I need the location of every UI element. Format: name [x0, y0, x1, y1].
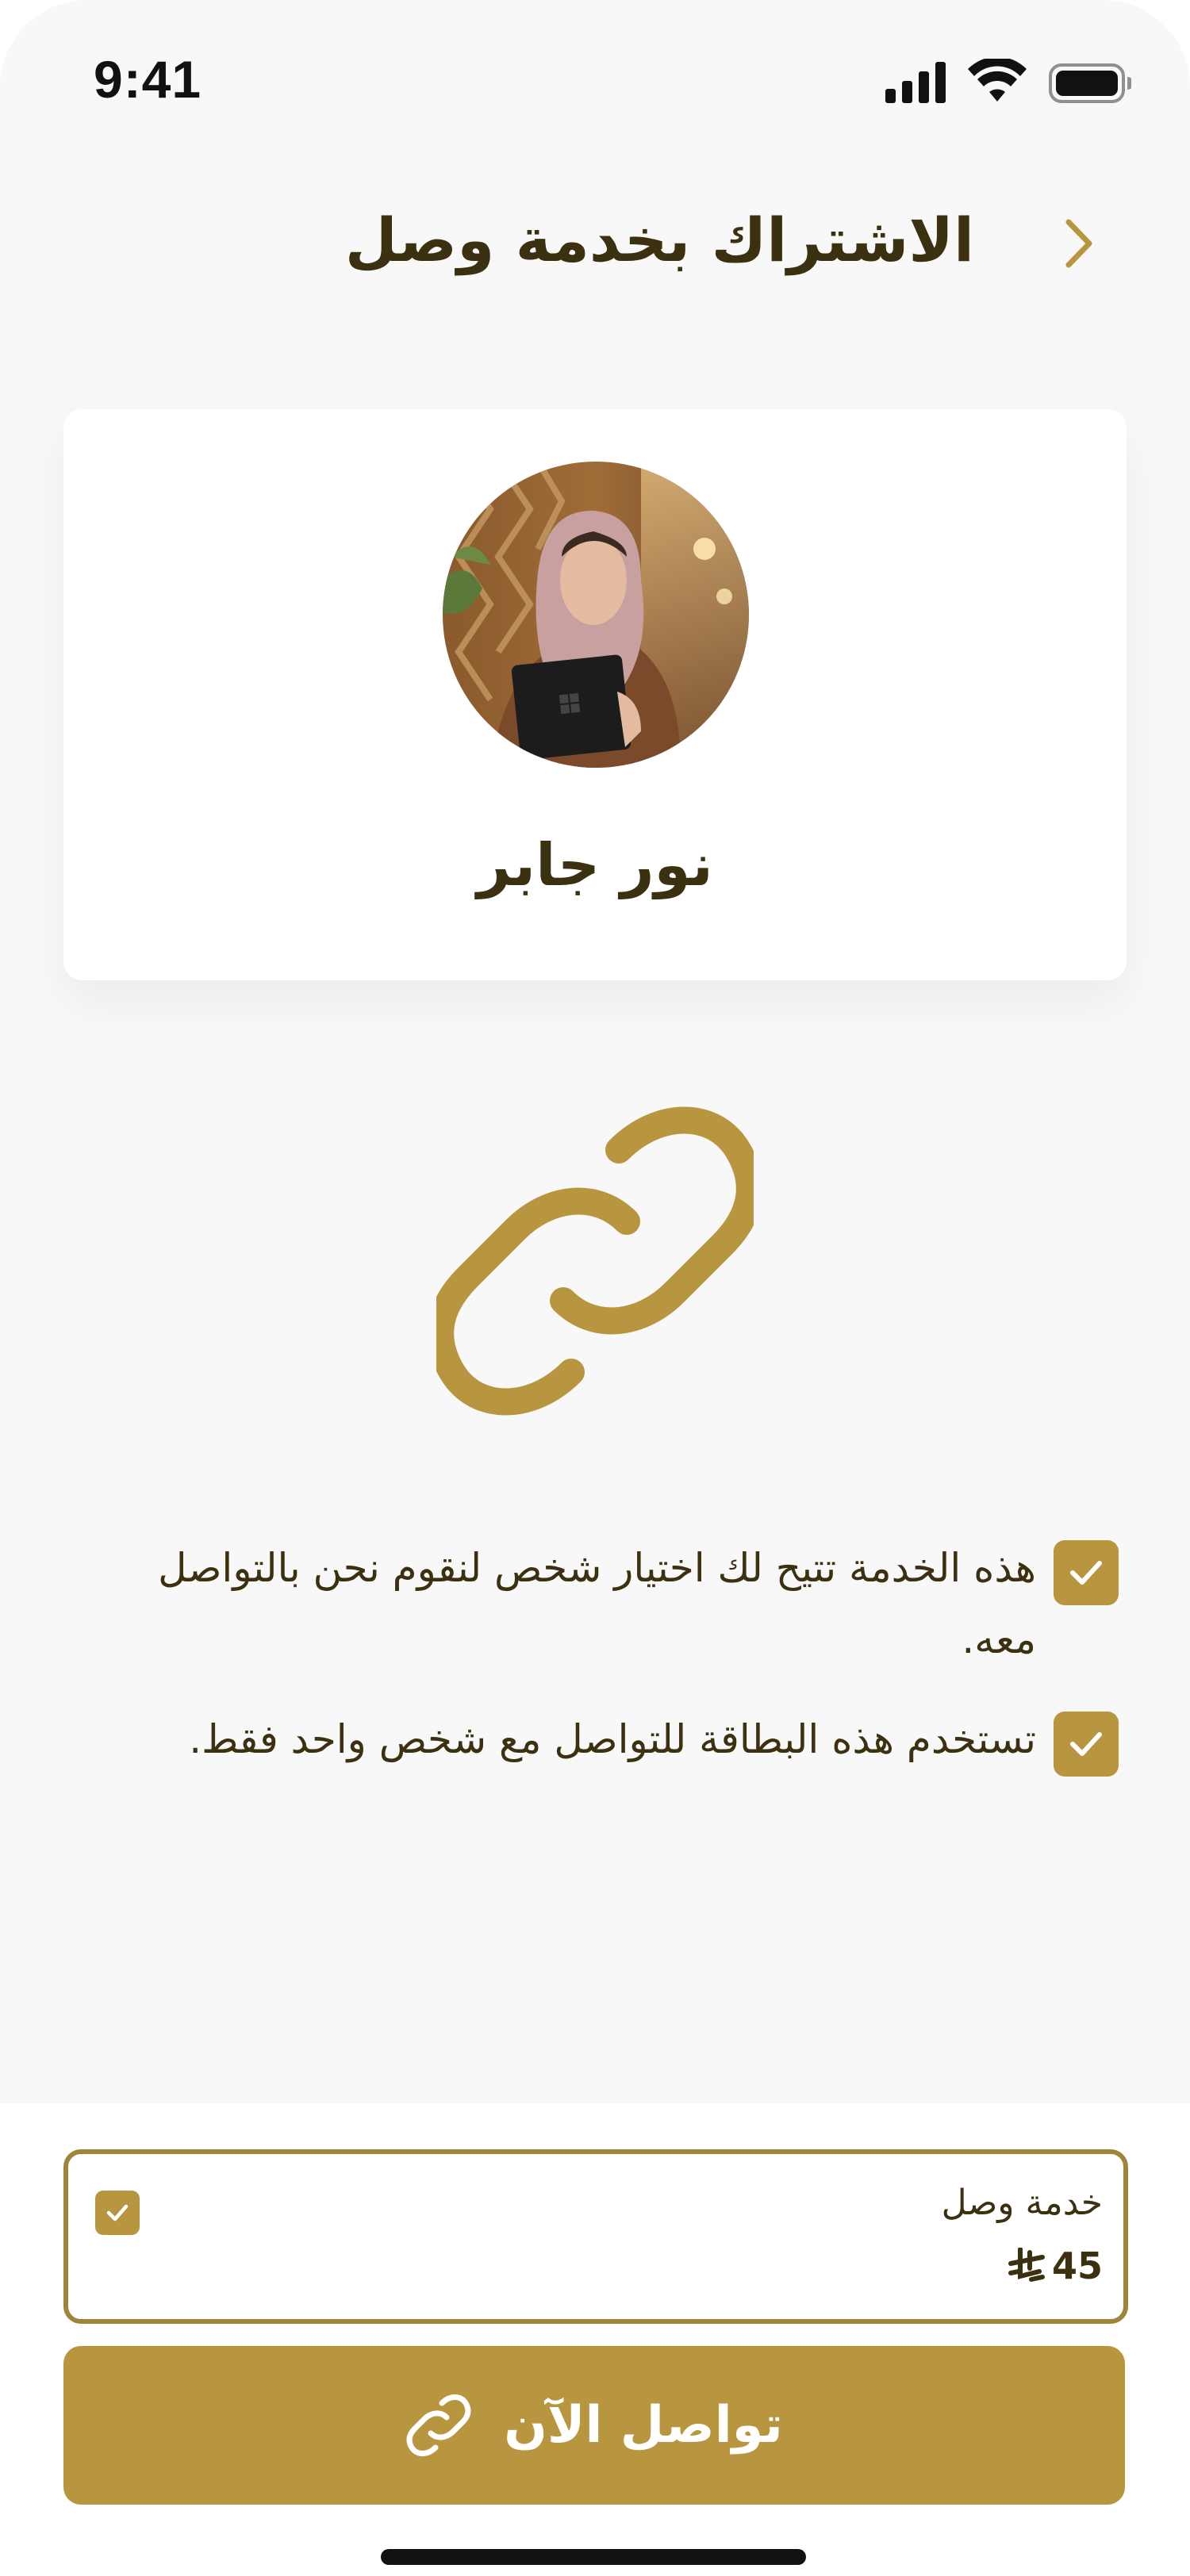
page-title: الاشتراك بخدمة وصل — [344, 205, 974, 275]
info-checkbox — [1054, 1540, 1119, 1605]
price-value: 45 — [1051, 2244, 1103, 2287]
plan-option[interactable]: خدمة وصل 45 — [63, 2149, 1128, 2324]
info-item: هذه الخدمة تتيح لك اختيار شخص لنقوم نحن … — [135, 1532, 1119, 1675]
cellular-signal-icon — [885, 62, 946, 103]
connect-now-label: تواصل الآن — [504, 2396, 783, 2455]
riyal-icon — [1008, 2248, 1045, 2282]
connect-now-button[interactable]: تواصل الآن — [63, 2346, 1125, 2505]
battery-icon — [1049, 63, 1131, 103]
status-time: 9:41 — [94, 50, 202, 109]
info-text: هذه الخدمة تتيح لك اختيار شخص لنقوم نحن … — [158, 1545, 1036, 1662]
plan-price: 45 — [1008, 2244, 1103, 2287]
plan-name: خدمة وصل — [941, 2183, 1103, 2223]
check-icon — [106, 2204, 129, 2221]
avatar-photo — [443, 462, 749, 768]
screen: 9:41 الاشتراك بخدمة وصل نور جابر هذه الخ… — [0, 0, 1190, 2576]
status-icons — [885, 59, 1131, 103]
profile-card: نور جابر — [63, 409, 1127, 980]
link-icon — [436, 1106, 754, 1416]
link-icon — [406, 2394, 471, 2456]
profile-name: نور جابر — [477, 831, 713, 899]
info-text: تستخدم هذه البطاقة للتواصل مع شخص واحد ف… — [189, 1716, 1036, 1762]
home-indicator — [381, 2549, 806, 2565]
info-item: تستخدم هذه البطاقة للتواصل مع شخص واحد ف… — [135, 1704, 1119, 1777]
info-checkbox — [1054, 1712, 1119, 1777]
plan-checkbox[interactable] — [95, 2191, 140, 2235]
check-icon — [1070, 1561, 1102, 1585]
back-button[interactable] — [1046, 209, 1114, 278]
wifi-icon — [968, 59, 1027, 102]
chevron-right-icon — [1065, 219, 1092, 268]
check-icon — [1070, 1732, 1102, 1756]
avatar — [443, 462, 749, 768]
